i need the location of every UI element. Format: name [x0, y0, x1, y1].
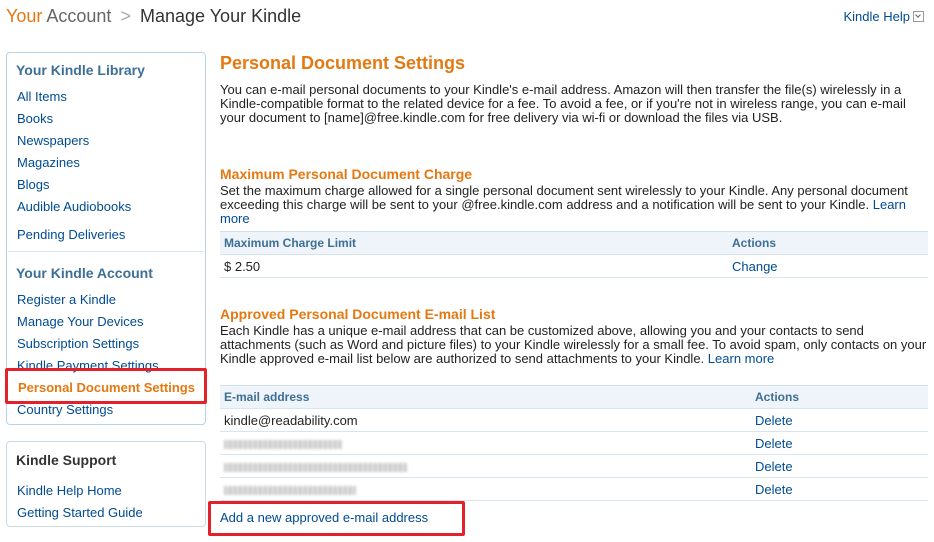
charge-table: Maximum Charge Limit Actions $ 2.50 Chan… [220, 231, 928, 278]
email-table: E-mail address Actions kindle@readabilit… [220, 385, 928, 501]
sidebar-item-subscription-settings[interactable]: Subscription Settings [17, 336, 139, 351]
sidebar-item-all-items[interactable]: All Items [17, 89, 67, 104]
breadcrumb-your[interactable]: Your [6, 6, 42, 26]
delete-link[interactable]: Delete [755, 413, 793, 428]
sidebar-item-newspapers[interactable]: Newspapers [17, 133, 89, 148]
table-header-row: Maximum Charge Limit Actions [220, 231, 928, 255]
table-row: Delete [220, 454, 928, 478]
delete-link[interactable]: Delete [755, 436, 793, 451]
redacted-email [224, 485, 356, 495]
charge-text: Set the maximum charge allowed for a sin… [220, 183, 908, 212]
highlight-box-sidebar [5, 368, 207, 404]
column-header-actions: Actions [751, 385, 928, 409]
email-list-heading: Approved Personal Document E-mail List [220, 306, 496, 322]
sidebar-item-blogs[interactable]: Blogs [17, 177, 50, 192]
intro-text: You can e-mail personal documents to you… [220, 82, 906, 125]
sidebar-item-audible-audiobooks[interactable]: Audible Audiobooks [17, 199, 131, 214]
charge-heading: Maximum Personal Document Charge [220, 166, 473, 182]
redacted-email [224, 462, 407, 472]
chevron-down-icon [913, 11, 924, 22]
column-header-limit: Maximum Charge Limit [220, 231, 728, 255]
charge-description: Set the maximum charge allowed for a sin… [220, 184, 928, 226]
page-title: Manage Your Kindle [139, 6, 302, 26]
sidebar-heading-support: Kindle Support [16, 452, 117, 468]
change-limit-link[interactable]: Change [732, 259, 778, 274]
table-row: $ 2.50 Change [220, 254, 928, 278]
sidebar-item-magazines[interactable]: Magazines [17, 155, 80, 170]
delete-link[interactable]: Delete [755, 459, 793, 474]
sidebar-item-country-settings[interactable]: Country Settings [17, 402, 113, 417]
redacted-email [224, 439, 342, 449]
sidebar-item-manage-devices[interactable]: Manage Your Devices [17, 314, 143, 329]
sidebar-divider [8, 251, 204, 252]
column-header-email: E-mail address [220, 385, 751, 409]
charge-limit-value: $ 2.50 [220, 254, 728, 278]
table-row: kindle@readability.com Delete [220, 408, 928, 432]
sidebar-item-getting-started[interactable]: Getting Started Guide [17, 505, 143, 520]
sidebar-item-help-home[interactable]: Kindle Help Home [17, 483, 122, 498]
section-title: Personal Document Settings [220, 53, 466, 73]
sidebar-heading-account[interactable]: Your Kindle Account [16, 265, 153, 281]
breadcrumb-separator: > [120, 6, 131, 26]
highlight-box-add-link [208, 501, 465, 536]
email-list-text: Each Kindle has a unique e-mail address … [220, 323, 927, 366]
sidebar-support: Kindle Support Kindle Help Home Getting … [6, 441, 206, 527]
sidebar-item-register-kindle[interactable]: Register a Kindle [17, 292, 116, 307]
learn-more-link-2[interactable]: Learn more [708, 351, 774, 366]
table-row: Delete [220, 431, 928, 455]
table-header-row: E-mail address Actions [220, 385, 928, 409]
email-list-description: Each Kindle has a unique e-mail address … [220, 324, 928, 366]
kindle-help-label: Kindle Help [843, 9, 911, 24]
breadcrumb: Your Account > Manage Your Kindle [6, 6, 301, 27]
sidebar-heading-library[interactable]: Your Kindle Library [16, 62, 145, 78]
sidebar-item-books[interactable]: Books [17, 111, 53, 126]
table-row: Delete [220, 477, 928, 501]
email-address: kindle@readability.com [220, 408, 751, 432]
breadcrumb-account[interactable]: Account [46, 6, 111, 26]
delete-link[interactable]: Delete [755, 482, 793, 497]
kindle-help-link[interactable]: Kindle Help [843, 9, 924, 24]
sidebar-item-pending-deliveries[interactable]: Pending Deliveries [17, 227, 125, 242]
column-header-actions: Actions [728, 231, 928, 255]
